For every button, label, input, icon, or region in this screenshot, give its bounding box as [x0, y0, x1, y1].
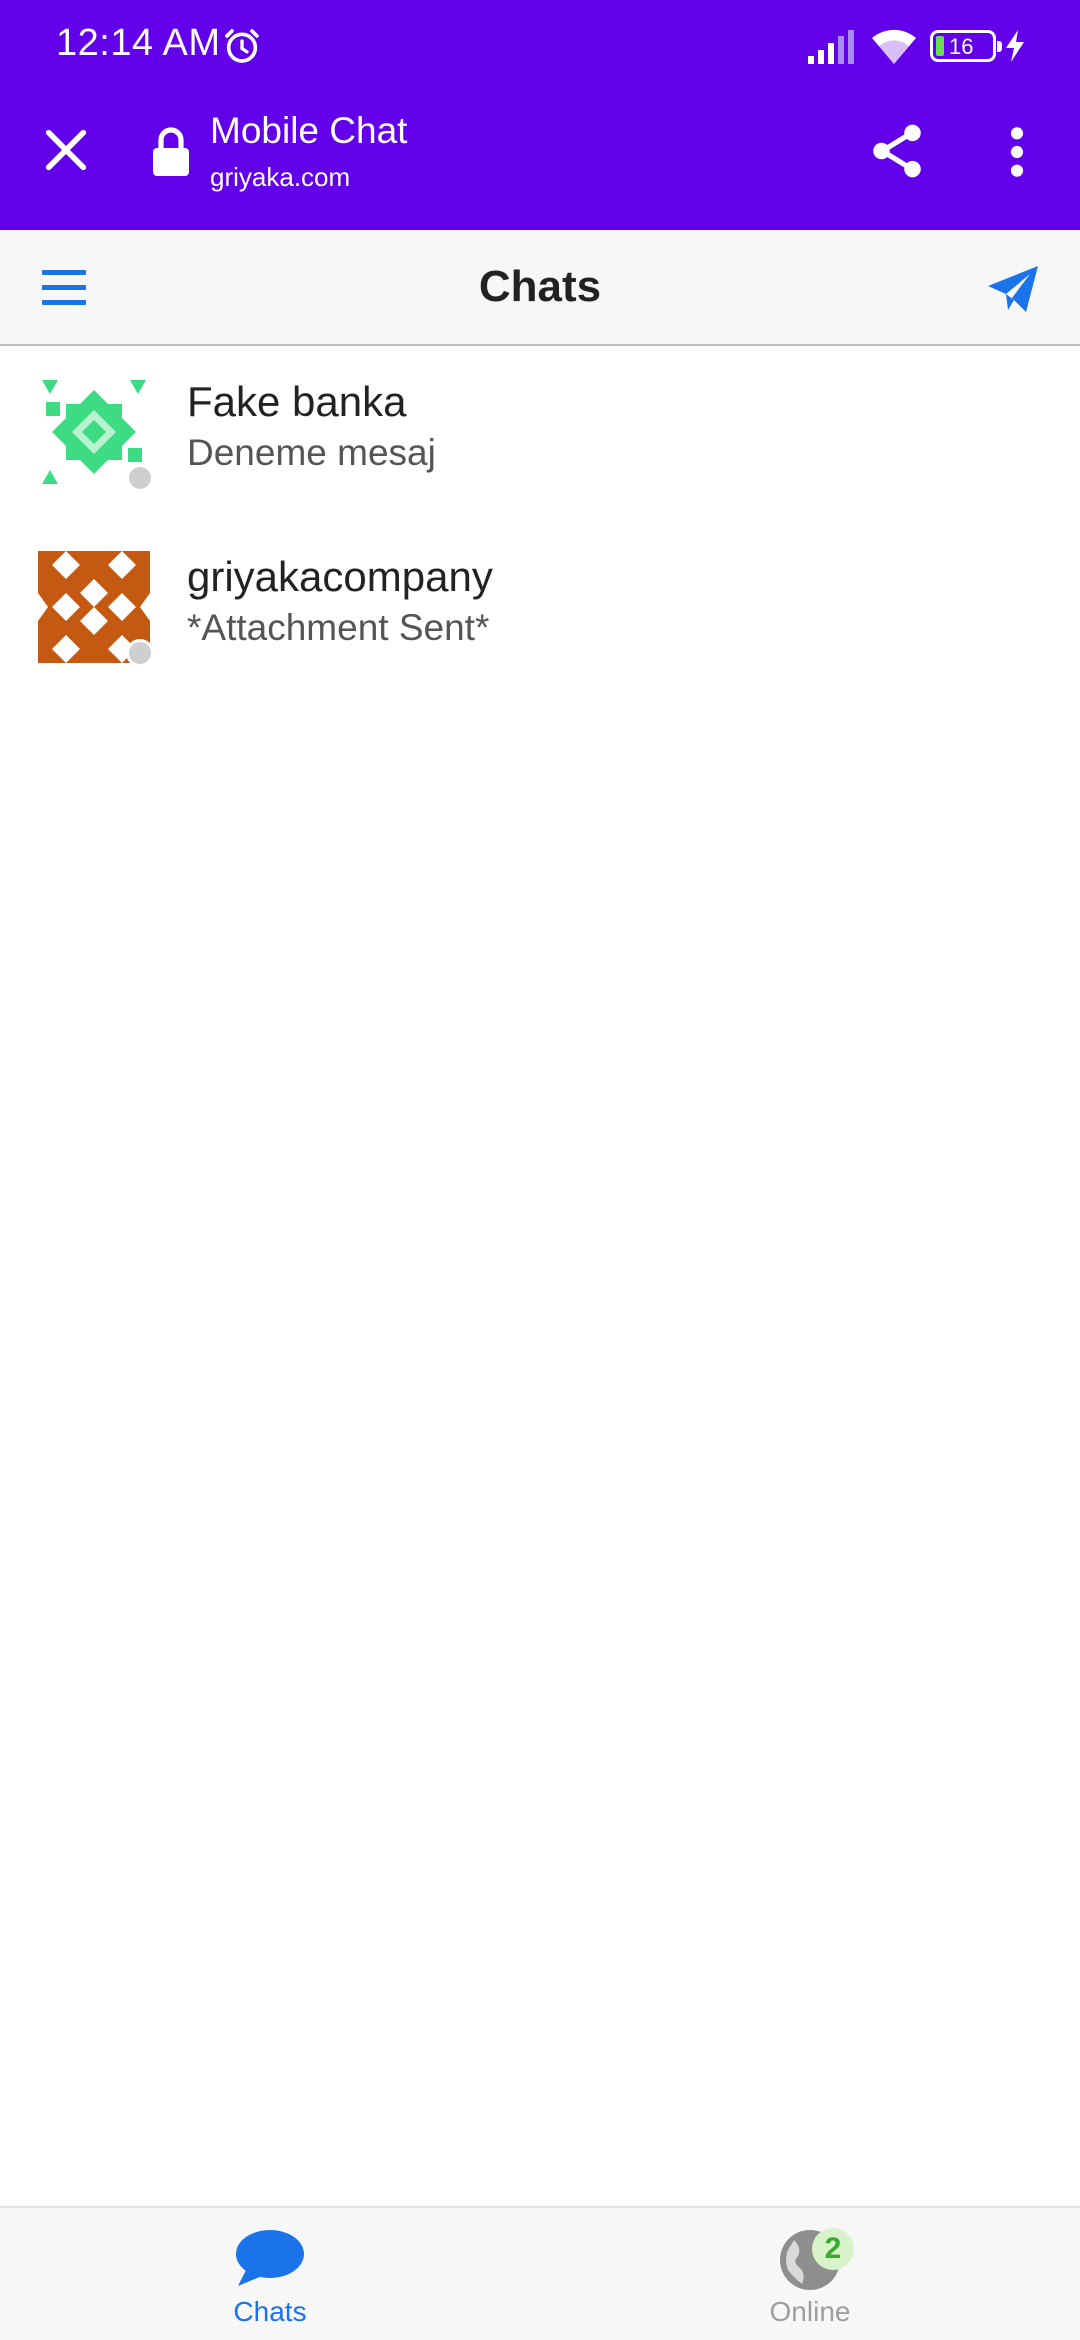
tab-chats-label: Chats [233, 2296, 307, 2327]
page-url[interactable]: griyaka.com [210, 162, 350, 193]
app-header: Chats [0, 230, 1080, 346]
chat-preview: Deneme mesaj [187, 432, 436, 473]
send-icon[interactable] [986, 264, 1040, 314]
alarm-icon [225, 29, 259, 63]
chat-list-item[interactable]: Fake banka Deneme mesaj [0, 348, 1080, 523]
presence-indicator [126, 464, 154, 492]
presence-indicator [126, 639, 154, 667]
share-icon[interactable] [866, 120, 928, 182]
status-time: 12:14 AM [56, 22, 221, 64]
lock-icon [153, 127, 189, 176]
battery-fill [936, 36, 944, 56]
more-vert-icon[interactable] [1000, 124, 1034, 180]
tab-online-label: Online [769, 2296, 851, 2327]
chat-name: griyakacompany [187, 553, 493, 600]
chat-preview: *Attachment Sent* [187, 607, 490, 648]
battery-level: 16 [949, 34, 974, 59]
tab-chats[interactable]: Chats [0, 2208, 540, 2340]
status-bar: 12:14 AM 16 [0, 0, 1080, 90]
close-icon[interactable] [40, 124, 92, 176]
online-count-badge: 2 [812, 2228, 854, 2270]
chat-list: Fake banka Deneme mesaj griyakacompany *… [0, 348, 1080, 698]
wifi-icon [872, 29, 916, 64]
chat-bubble-icon [236, 2230, 304, 2286]
charging-icon [1006, 30, 1024, 62]
page-title: Mobile Chat [210, 110, 408, 151]
header-title: Chats [478, 262, 602, 311]
chat-name: Fake banka [187, 378, 407, 425]
tab-online[interactable]: 2 Online [540, 2208, 1080, 2340]
signal-icon [808, 30, 854, 64]
bottom-nav: Chats 2 Online [0, 2206, 1080, 2340]
browser-toolbar: Mobile Chat griyaka.com [0, 90, 1080, 230]
battery-icon: 16 [930, 30, 1002, 62]
chat-list-item[interactable]: griyakacompany *Attachment Sent* [0, 523, 1080, 698]
